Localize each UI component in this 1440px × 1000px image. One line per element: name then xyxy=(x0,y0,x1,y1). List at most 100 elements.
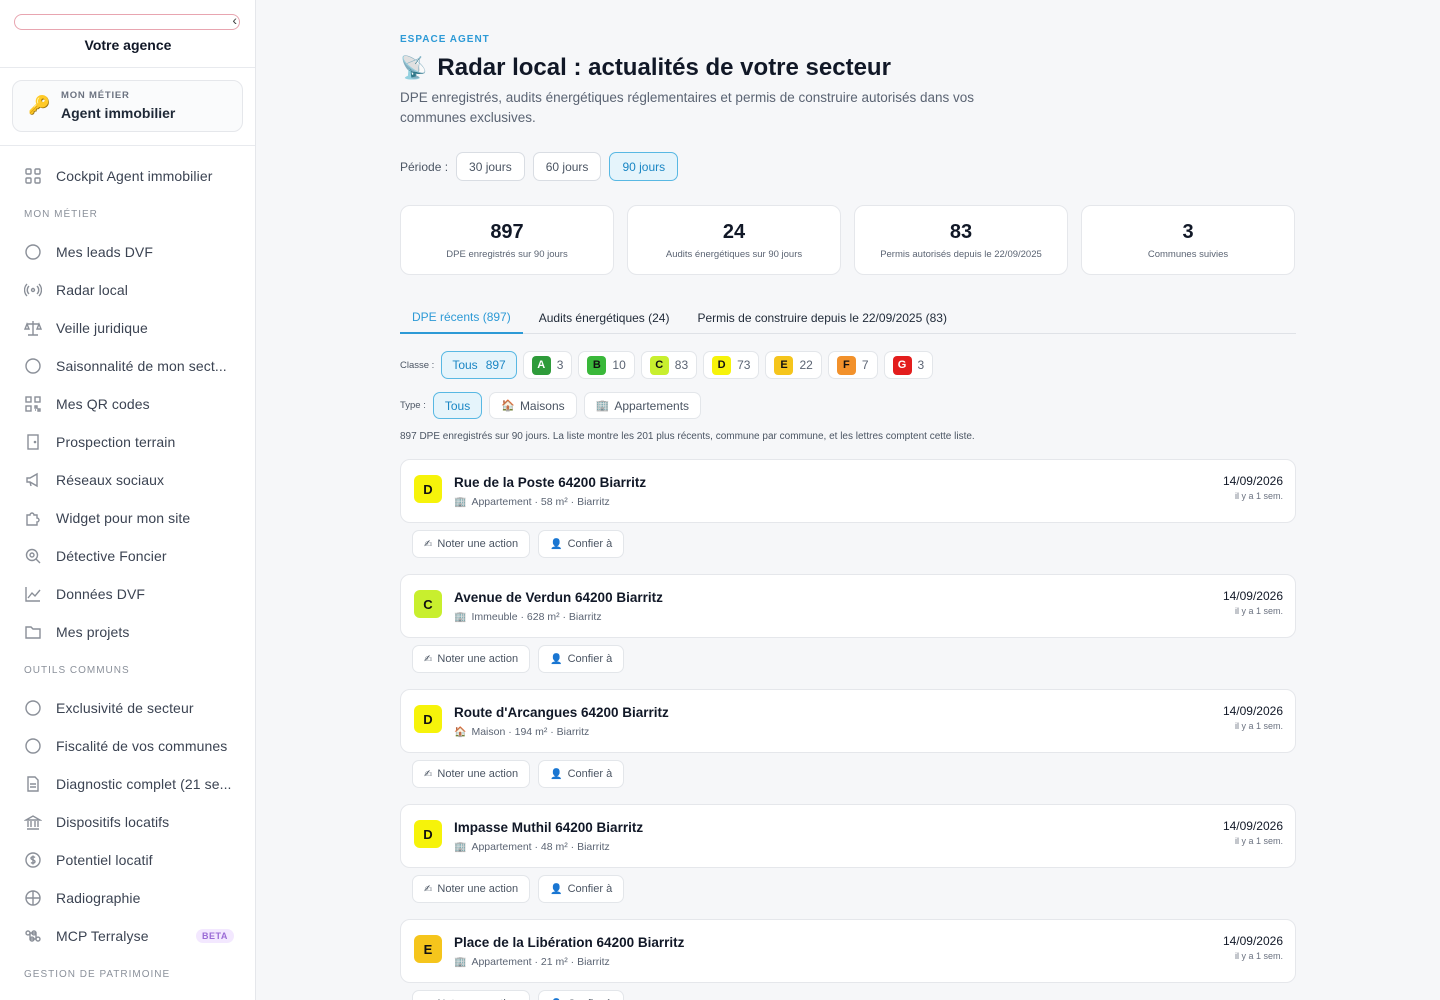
class-chip-a[interactable]: A3 xyxy=(522,351,573,379)
class-chip-c[interactable]: C 83 xyxy=(640,351,698,379)
title-row: 📡 Radar local : actualités de votre sect… xyxy=(400,54,891,82)
sidebar-item[interactable]: Exclusivité de secteur xyxy=(0,689,255,727)
type-chip-all[interactable]: Tous xyxy=(432,392,483,419)
note-action-button[interactable]: ✍Noter une action xyxy=(412,530,531,558)
dpe-actions: ✍ Noter une action 👤 Confier à xyxy=(412,875,632,903)
class-chip-e[interactable]: E 22 xyxy=(765,351,822,379)
beta-badge: BETA xyxy=(196,929,234,943)
sidebar-item[interactable]: Widget pour mon site xyxy=(0,499,255,537)
sidebar-item[interactable]: Fiscalité de vos communes xyxy=(0,727,255,765)
type-chip-apartments[interactable]: 🏢 Appartements xyxy=(583,392,702,419)
list-item: D Route d'Arcangues 64200 Biarritz 🏠 Maison… xyxy=(400,689,1296,804)
dpe-actions: ✍ Noter une action 👤 Confier à xyxy=(412,530,632,558)
dpe-actions: ✍ Noter une action 👤 Confier à xyxy=(412,760,632,788)
circle-icon xyxy=(24,357,42,375)
sidebar-item-label: MCP Terralyse xyxy=(56,928,149,944)
note-action-button[interactable]: ✍Noter une action xyxy=(412,875,531,903)
stat-caption: DPE enregistrés sur 90 jours xyxy=(446,249,568,260)
note-action-button[interactable]: ✍Noter une action xyxy=(412,645,531,673)
sidebar-item[interactable]: Mes QR codes xyxy=(0,385,255,423)
sidebar-item-label: Widget pour mon site xyxy=(56,510,191,526)
dpe-card[interactable]: D Rue de la Poste 64200 Biarritz 🏢 Appartem… xyxy=(400,459,1296,523)
sidebar-item[interactable]: Veille juridique xyxy=(0,309,255,347)
delegate-button[interactable]: 👤Confier à xyxy=(538,990,625,1000)
class-chip-d[interactable]: D 73 xyxy=(703,351,760,379)
note-action-button[interactable]: ✍Noter une action xyxy=(412,760,531,788)
sidebar-item[interactable]: Potentiel locatif xyxy=(0,841,255,879)
page-subtitle: DPE enregistrés, audits énergétiques rég… xyxy=(400,90,975,125)
dpe-meta-row: 🏢 Appartement · 48 m² · Biarritz xyxy=(454,841,610,853)
dpe-address: Route d'Arcangues 64200 Biarritz xyxy=(454,705,669,720)
dpe-meta: Maison · 194 m² · Biarritz xyxy=(471,726,590,738)
sidebar-item[interactable]: Diagnostic complet (21 se... xyxy=(0,765,255,803)
dpe-ago: il y a 1 sem. xyxy=(1234,491,1283,501)
agency-search-field[interactable]: ‹ xyxy=(14,12,240,30)
note-action-button[interactable]: ✍Noter une action xyxy=(412,990,531,1000)
delegate-button[interactable]: 👤Confier à xyxy=(538,530,625,558)
sidebar-item[interactable]: Saisonnalité de mon sect... xyxy=(0,347,255,385)
sidebar-item[interactable]: Radar local xyxy=(0,271,255,309)
dpe-card[interactable]: E Place de la Libération 64200 Biarritz 🏢 A… xyxy=(400,919,1296,983)
class-chip-all[interactable]: Tous 897 xyxy=(441,351,517,379)
sidebar-item[interactable]: Dispositifs locatifs xyxy=(0,803,255,841)
sidebar-item[interactable]: Radiographie xyxy=(0,879,255,917)
agency-label[interactable]: Votre agence xyxy=(0,37,255,53)
dpe-meta: Appartement · 58 m² · Biarritz xyxy=(471,496,610,508)
sidebar-item[interactable]: Mes projets xyxy=(0,613,255,651)
class-chip-f[interactable]: F7 xyxy=(827,351,878,379)
sidebar-item[interactable]: Réseaux sociaux xyxy=(0,461,255,499)
building-icon: 🏢 xyxy=(454,496,467,508)
tab-dpe[interactable]: DPE récents (897) xyxy=(400,301,523,334)
writing-hand-icon: ✍ xyxy=(424,883,433,895)
period-30-button[interactable]: 30 jours xyxy=(456,152,525,181)
period-60-button[interactable]: 60 jours xyxy=(532,152,602,181)
class-count: 83 xyxy=(674,358,689,372)
crosshair-icon xyxy=(24,889,42,907)
dpe-address: Avenue de Verdun 64200 Biarritz xyxy=(454,590,663,605)
sidebar-item[interactable]: Données DVF xyxy=(0,575,255,613)
delegate-button[interactable]: 👤Confier à xyxy=(538,875,625,903)
tab-audits[interactable]: Audits énergétiques (24) xyxy=(527,301,682,334)
sidebar-item-label: Radar local xyxy=(56,282,128,298)
sidebar-item-label: Exclusivité de secteur xyxy=(56,700,194,716)
sidebar-item-label: Dispositifs locatifs xyxy=(56,814,170,830)
sidebar-item[interactable]: Cockpit Agent immobilier xyxy=(0,157,255,195)
list-item: E Place de la Libération 64200 Biarritz 🏢 A… xyxy=(400,919,1296,1000)
dpe-meta-row: 🏢 Appartement · 58 m² · Biarritz xyxy=(454,496,610,508)
dpe-date: 14/09/2026 xyxy=(1222,934,1283,948)
dpe-card[interactable]: D Route d'Arcangues 64200 Biarritz 🏠 Maison… xyxy=(400,689,1296,753)
sidebar-item-label: Cockpit Agent immobilier xyxy=(56,168,213,184)
sidebar-item-label: Réseaux sociaux xyxy=(56,472,165,488)
writing-hand-icon: ✍ xyxy=(424,653,433,665)
dpe-ago: il y a 1 sem. xyxy=(1234,951,1283,961)
sidebar-item[interactable]: Détective Foncier xyxy=(0,537,255,575)
dpe-grade-badge: D xyxy=(414,705,442,733)
sidebar-item[interactable]: MCP Terralyse BETA xyxy=(0,917,255,955)
sidebar-section-label: GESTION DE PATRIMOINE xyxy=(24,968,171,980)
building-icon: 🏢 xyxy=(595,400,610,412)
type-chip-houses[interactable]: 🏠 Maisons xyxy=(489,392,577,419)
chevron-left-icon[interactable]: ‹ xyxy=(232,12,237,28)
dpe-ago: il y a 1 sem. xyxy=(1234,836,1283,846)
tab-permis[interactable]: Permis de construire depuis le 22/09/202… xyxy=(685,301,958,334)
delegate-button[interactable]: 👤Confier à xyxy=(538,645,625,673)
class-filter-label: Classe : xyxy=(400,359,435,371)
sidebar-item[interactable]: Mes leads DVF xyxy=(0,233,255,271)
stat-card-dpe: 897 DPE enregistrés sur 90 jours xyxy=(400,205,614,275)
metier-card[interactable]: 🔑 MON MÉTIER Agent immobilier xyxy=(12,80,243,132)
delegate-button[interactable]: 👤Confier à xyxy=(538,760,625,788)
delegate-label: Confier à xyxy=(567,883,613,895)
metier-section: 🔑 MON MÉTIER Agent immobilier xyxy=(0,68,255,146)
period-90-button[interactable]: 90 jours xyxy=(609,152,679,181)
dpe-grade-badge: E xyxy=(414,935,442,963)
dpe-card[interactable]: C Avenue de Verdun 64200 Biarritz 🏢 Immeubl… xyxy=(400,574,1296,638)
dpe-address: Rue de la Poste 64200 Biarritz xyxy=(454,475,647,490)
class-chip-b[interactable]: B 10 xyxy=(578,351,635,379)
class-count: 3 xyxy=(556,358,564,372)
sidebar-item[interactable]: Prospection terrain xyxy=(0,423,255,461)
person-icon: 👤 xyxy=(550,768,563,780)
class-count: 22 xyxy=(799,358,813,372)
class-chip-g[interactable]: G3 xyxy=(883,351,934,379)
sidebar-item-label: Mes projets xyxy=(56,624,130,640)
dpe-card[interactable]: D Impasse Muthil 64200 Biarritz 🏢 Apparteme… xyxy=(400,804,1296,868)
